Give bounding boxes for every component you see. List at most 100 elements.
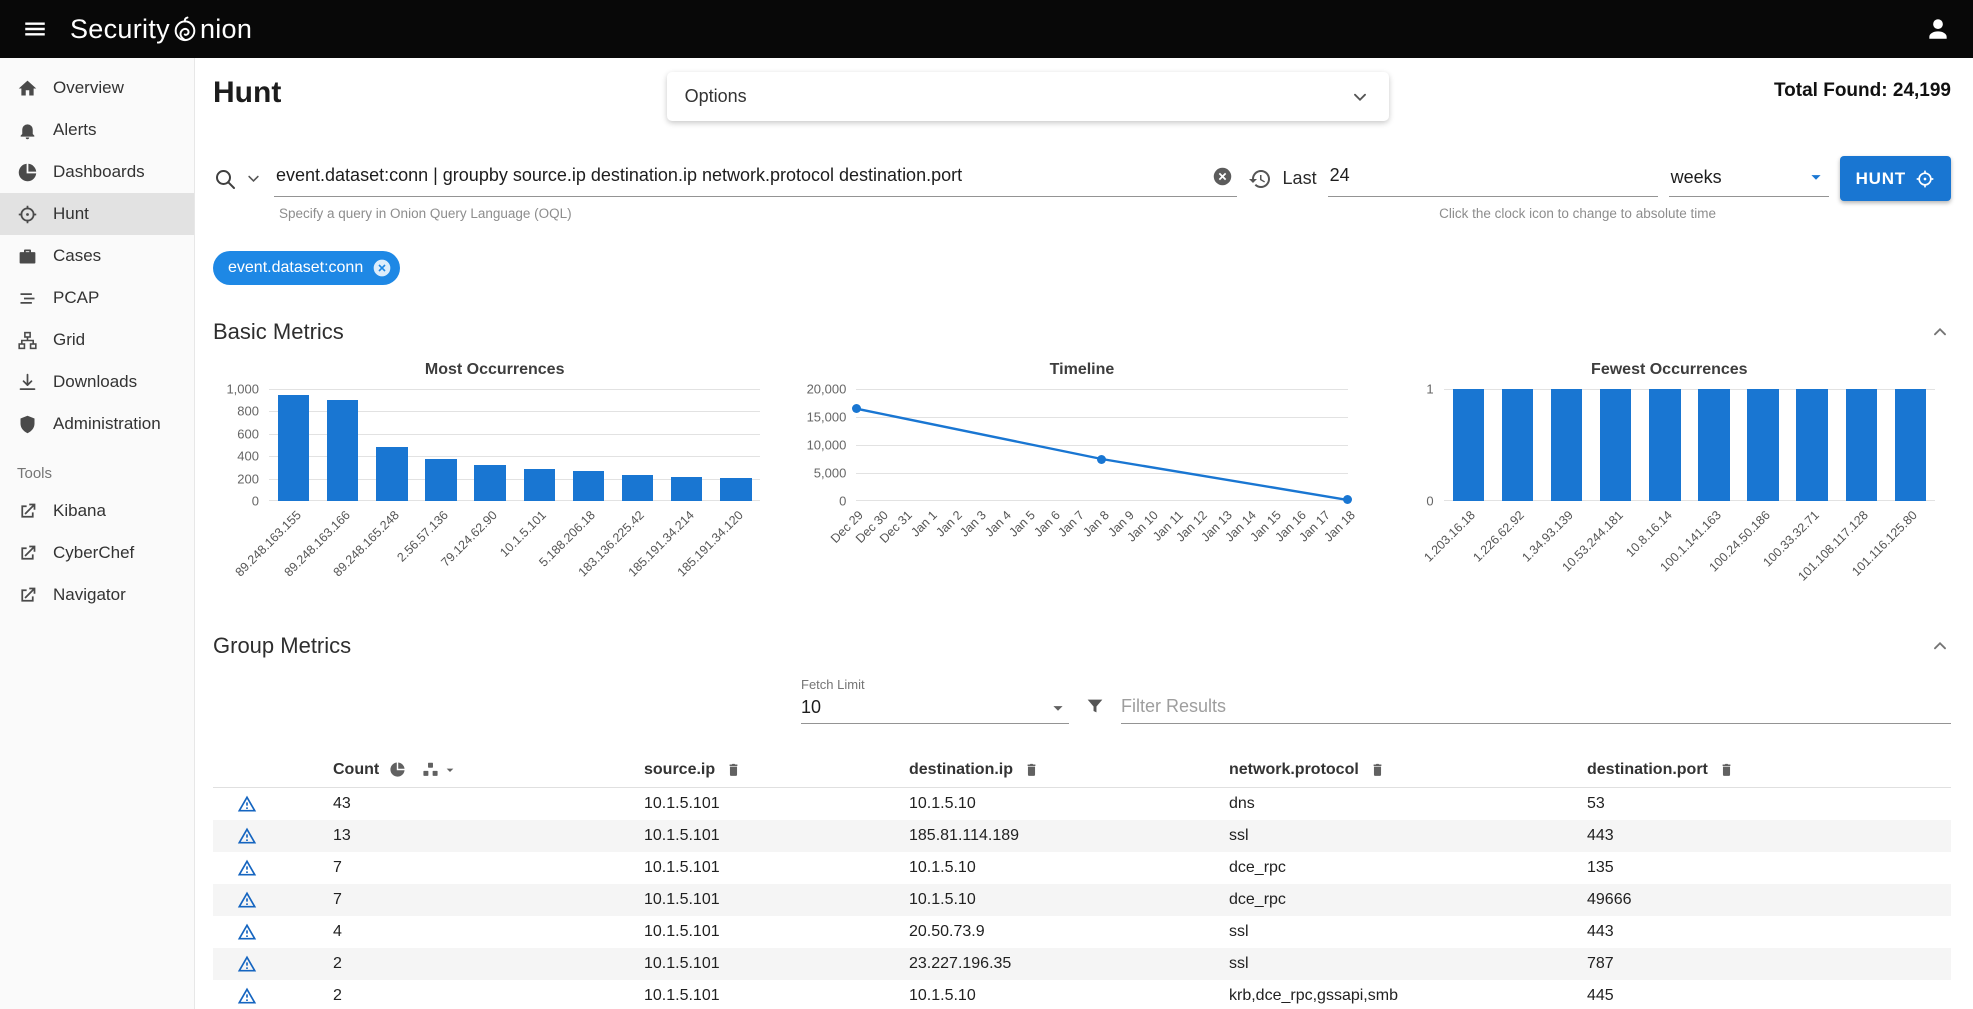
sidebar-item-cases[interactable]: Cases [0, 235, 194, 277]
top-bar: Security nion [0, 0, 1973, 58]
table-cell: ssl [1229, 955, 1587, 973]
table-row[interactable]: 210.1.5.10123.227.196.35ssl787 [213, 948, 1951, 980]
collapse-basic-metrics-icon[interactable] [1929, 321, 1951, 343]
bar[interactable] [1895, 389, 1926, 501]
table-row[interactable]: 1310.1.5.101185.81.114.189ssl443 [213, 820, 1951, 852]
sidebar-item-label: PCAP [53, 288, 99, 308]
bar[interactable] [1502, 389, 1533, 501]
bar[interactable] [524, 469, 555, 501]
bar[interactable] [1600, 389, 1631, 501]
search-icon[interactable] [213, 167, 237, 191]
bar[interactable] [671, 477, 702, 501]
group-by-icon[interactable] [422, 761, 439, 778]
bar[interactable] [1846, 389, 1877, 501]
bar[interactable] [1698, 389, 1729, 501]
table-cell: 23.227.196.35 [909, 955, 1229, 973]
warning-icon[interactable] [237, 858, 257, 878]
trash-icon[interactable] [1023, 761, 1040, 778]
sidebar-item-dashboards[interactable]: Dashboards [0, 151, 194, 193]
sidebar-item-alerts[interactable]: Alerts [0, 109, 194, 151]
warning-icon[interactable] [237, 890, 257, 910]
query-input[interactable] [274, 165, 1237, 192]
column-header[interactable]: destination.ip [909, 761, 1013, 779]
time-unit-value: weeks [1671, 167, 1722, 188]
x-tick-label: 10.8.16.14 [1623, 508, 1675, 560]
table-row[interactable]: 410.1.5.10120.50.73.9ssl443 [213, 916, 1951, 948]
pie-chart-icon[interactable] [389, 761, 406, 778]
clear-query-icon[interactable] [1212, 166, 1233, 187]
bar[interactable] [573, 471, 604, 501]
table-row[interactable]: 210.1.5.10110.1.5.10krb,dce_rpc,gssapi,s… [213, 980, 1951, 1009]
bar[interactable] [622, 475, 653, 501]
bar[interactable] [1796, 389, 1827, 501]
sidebar-item-navigator[interactable]: Navigator [0, 574, 194, 616]
table-cell: 10.1.5.10 [909, 987, 1229, 1005]
time-help-text: Click the clock icon to change to absolu… [1439, 206, 1716, 221]
bar[interactable] [1551, 389, 1582, 501]
x-tick-label: 1.226.62.92 [1471, 508, 1528, 565]
warning-icon[interactable] [237, 922, 257, 942]
bar[interactable] [720, 478, 751, 501]
time-unit-select[interactable]: weeks [1669, 161, 1829, 197]
warning-icon[interactable] [237, 794, 257, 814]
bar[interactable] [278, 395, 309, 501]
data-point[interactable] [852, 404, 861, 413]
sidebar-item-pcap[interactable]: PCAP [0, 277, 194, 319]
query-history-chevron-icon[interactable] [244, 169, 263, 188]
bar[interactable] [1649, 389, 1680, 501]
table-row[interactable]: 710.1.5.10110.1.5.10dce_rpc49666 [213, 884, 1951, 916]
menu-icon[interactable] [22, 16, 48, 42]
table-cell: 4 [333, 923, 644, 941]
table-row[interactable]: 710.1.5.10110.1.5.10dce_rpc135 [213, 852, 1951, 884]
history-clock-icon[interactable] [1248, 167, 1272, 191]
download-icon [17, 372, 38, 393]
bar[interactable] [327, 400, 358, 501]
x-tick-label: 10.1.5.101 [497, 508, 549, 560]
user-icon[interactable] [1925, 16, 1951, 42]
bar[interactable] [1453, 389, 1484, 501]
y-tick-label: 400 [237, 449, 259, 464]
x-tick-label: Jan 4 [982, 508, 1014, 540]
collapse-group-metrics-icon[interactable] [1929, 635, 1951, 657]
trash-icon[interactable] [1718, 761, 1735, 778]
filter-chip[interactable]: event.dataset:conn [213, 251, 400, 285]
chart-x-axis: 1.203.16.181.226.62.921.34.93.13910.53.2… [1444, 501, 1935, 599]
sidebar-item-overview[interactable]: Overview [0, 67, 194, 109]
filter-chips: event.dataset:conn [213, 251, 1951, 285]
warning-icon[interactable] [237, 986, 257, 1006]
sidebar-item-hunt[interactable]: Hunt [0, 193, 194, 235]
caret-down-icon[interactable] [442, 762, 458, 778]
column-header[interactable]: network.protocol [1229, 761, 1359, 779]
hunt-button[interactable]: HUNT [1840, 156, 1951, 201]
sidebar-item-kibana[interactable]: Kibana [0, 490, 194, 532]
options-dropdown[interactable]: Options [667, 72, 1389, 121]
column-header[interactable]: source.ip [644, 761, 715, 779]
fetch-limit-select[interactable]: 10 [801, 694, 1069, 724]
sidebar-item-downloads[interactable]: Downloads [0, 361, 194, 403]
warning-icon[interactable] [237, 954, 257, 974]
bar[interactable] [376, 447, 407, 501]
column-header[interactable]: Count [333, 761, 379, 779]
trash-icon[interactable] [725, 761, 742, 778]
trash-icon[interactable] [1369, 761, 1386, 778]
external-link-icon [17, 543, 38, 564]
bar[interactable] [474, 465, 505, 501]
warning-icon[interactable] [237, 826, 257, 846]
bar[interactable] [1747, 389, 1778, 501]
main-content: Hunt Options Total Found: 24,199 Last [195, 58, 1973, 1009]
bar[interactable] [425, 459, 456, 501]
table-cell: 20.50.73.9 [909, 923, 1229, 941]
sidebar-item-grid[interactable]: Grid [0, 319, 194, 361]
chart-plot [269, 389, 760, 501]
sidebar-item-cyberchef[interactable]: CyberChef [0, 532, 194, 574]
external-link-icon [17, 585, 38, 606]
filter-results-input[interactable] [1121, 690, 1951, 724]
column-header[interactable]: destination.port [1587, 761, 1708, 779]
sidebar-item-administration[interactable]: Administration [0, 403, 194, 445]
remove-filter-icon[interactable] [372, 258, 392, 278]
table-row[interactable]: 4310.1.5.10110.1.5.10dns53 [213, 788, 1951, 820]
total-found: Total Found: 24,199 [1774, 72, 1951, 102]
sidebar-item-label: Administration [53, 414, 161, 434]
data-point[interactable] [1097, 455, 1106, 464]
time-value-input[interactable] [1328, 165, 1658, 192]
